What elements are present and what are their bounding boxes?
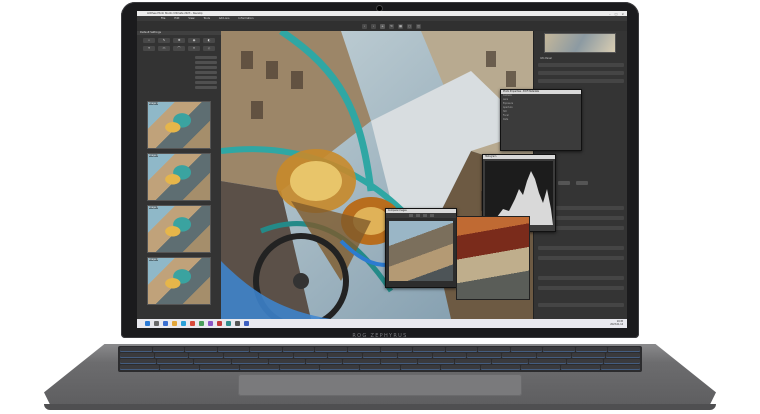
compare-tool-icon[interactable] bbox=[429, 214, 434, 217]
compare-image[interactable] bbox=[389, 221, 453, 281]
maximize-icon[interactable]: □ bbox=[615, 12, 618, 16]
wand-icon[interactable]: ✦ bbox=[188, 46, 200, 51]
app-icon[interactable] bbox=[208, 321, 213, 326]
metadata-dialog: Photo Properties - EXIF Metadata Camera … bbox=[500, 89, 582, 151]
tool-grid: ⌗ ✎ ✚ ◉ ◐ T ▭ ⌒ ✦ ◇ bbox=[137, 35, 221, 54]
touchpad[interactable] bbox=[238, 374, 522, 396]
taskview-icon[interactable] bbox=[163, 321, 168, 326]
fit-icon[interactable]: ▢ bbox=[407, 23, 412, 29]
option-dropdown[interactable] bbox=[538, 79, 624, 83]
keyboard bbox=[118, 346, 642, 372]
edge-icon[interactable] bbox=[181, 321, 186, 326]
thumbnail-strip: Image 1 Image 2 Image 3 Image 4 bbox=[147, 101, 211, 305]
menu-file[interactable]: File bbox=[161, 17, 165, 20]
app-icon[interactable] bbox=[226, 321, 231, 326]
redeye-icon[interactable]: ◉ bbox=[188, 38, 200, 43]
thumbnail[interactable]: Image 2 bbox=[147, 153, 211, 201]
grid-icon[interactable]: ▦ bbox=[398, 23, 403, 29]
right-panel-title: Info Panel bbox=[540, 57, 552, 60]
close-icon[interactable]: × bbox=[621, 12, 624, 16]
toolbar: ‹ › + ↻ ▦ ▢ ◫ bbox=[137, 21, 627, 31]
app-icon[interactable] bbox=[199, 321, 204, 326]
menu-view[interactable]: View bbox=[188, 17, 194, 20]
compare-tool-icon[interactable] bbox=[422, 214, 427, 217]
laptop-screen: ACDSee Photo Studio Ultimate 2023 - Deve… bbox=[137, 11, 627, 328]
adjust-properties bbox=[137, 54, 221, 91]
setting-row[interactable] bbox=[538, 256, 624, 260]
brand-logo: ROG ZEPHYRUS bbox=[352, 333, 408, 339]
compare-dialog: Compare Images bbox=[385, 208, 457, 288]
lasso-icon[interactable]: ⌒ bbox=[173, 46, 185, 51]
crop-icon[interactable]: ⌗ bbox=[143, 38, 155, 43]
setting-row[interactable] bbox=[538, 276, 624, 280]
prev-icon[interactable]: ‹ bbox=[362, 23, 367, 29]
menu-tools[interactable]: Tools bbox=[204, 17, 210, 20]
compare-tool-icon[interactable] bbox=[408, 214, 413, 217]
menu-edit[interactable]: Edit bbox=[174, 17, 179, 20]
menu-information[interactable]: Information bbox=[239, 17, 254, 20]
rotate-icon[interactable]: ↻ bbox=[389, 23, 394, 29]
metadata-row: Date bbox=[503, 118, 509, 121]
app-icon[interactable] bbox=[217, 321, 222, 326]
heal-icon[interactable]: ✚ bbox=[173, 38, 185, 43]
thumbnail[interactable]: Image 4 bbox=[147, 257, 211, 305]
folder-icon[interactable] bbox=[172, 321, 177, 326]
gradient-icon[interactable]: ◐ bbox=[203, 38, 215, 43]
panel-button[interactable] bbox=[576, 181, 588, 185]
setting-row[interactable] bbox=[538, 246, 624, 250]
window-title: ACDSee Photo Studio Ultimate 2023 - Deve… bbox=[147, 12, 203, 15]
setting-row[interactable] bbox=[538, 303, 624, 307]
brush-icon[interactable]: ✎ bbox=[158, 38, 170, 43]
compare-image-secondary[interactable] bbox=[456, 216, 530, 300]
system-tray[interactable]: 10:45 2023-01-14 bbox=[610, 320, 627, 326]
laptop-front-edge bbox=[44, 404, 716, 410]
preset-dropdown[interactable] bbox=[538, 63, 624, 67]
windows-start-icon[interactable] bbox=[145, 321, 150, 326]
navigator-thumbnail[interactable] bbox=[544, 33, 616, 53]
taskbar-icons bbox=[145, 321, 249, 326]
minimize-icon[interactable]: – bbox=[609, 12, 611, 16]
menu-addons[interactable]: Add-ons bbox=[219, 17, 230, 20]
next-icon[interactable]: › bbox=[371, 23, 376, 29]
mode-dropdown[interactable] bbox=[538, 71, 624, 75]
select-icon[interactable]: ▭ bbox=[158, 46, 170, 51]
thumbnail[interactable]: Image 3 bbox=[147, 205, 211, 253]
text-icon[interactable]: T bbox=[143, 46, 155, 51]
clock-date: 2023-01-14 bbox=[610, 322, 623, 326]
prop-row[interactable] bbox=[141, 85, 217, 90]
app-icon[interactable] bbox=[244, 321, 249, 326]
compare-toolbar bbox=[386, 213, 456, 218]
app-icon[interactable] bbox=[190, 321, 195, 326]
panel-button[interactable] bbox=[558, 181, 570, 185]
windows-taskbar: 10:45 2023-01-14 bbox=[137, 319, 627, 328]
compare-icon[interactable]: ◫ bbox=[416, 23, 421, 29]
thumbnail[interactable]: Image 1 bbox=[147, 101, 211, 149]
eraser-icon[interactable]: ◇ bbox=[203, 46, 215, 51]
zoom-icon[interactable]: + bbox=[380, 23, 385, 29]
search-icon[interactable] bbox=[154, 321, 159, 326]
setting-row[interactable] bbox=[538, 286, 624, 290]
app-icon[interactable] bbox=[235, 321, 240, 326]
compare-tool-icon[interactable] bbox=[415, 214, 420, 217]
